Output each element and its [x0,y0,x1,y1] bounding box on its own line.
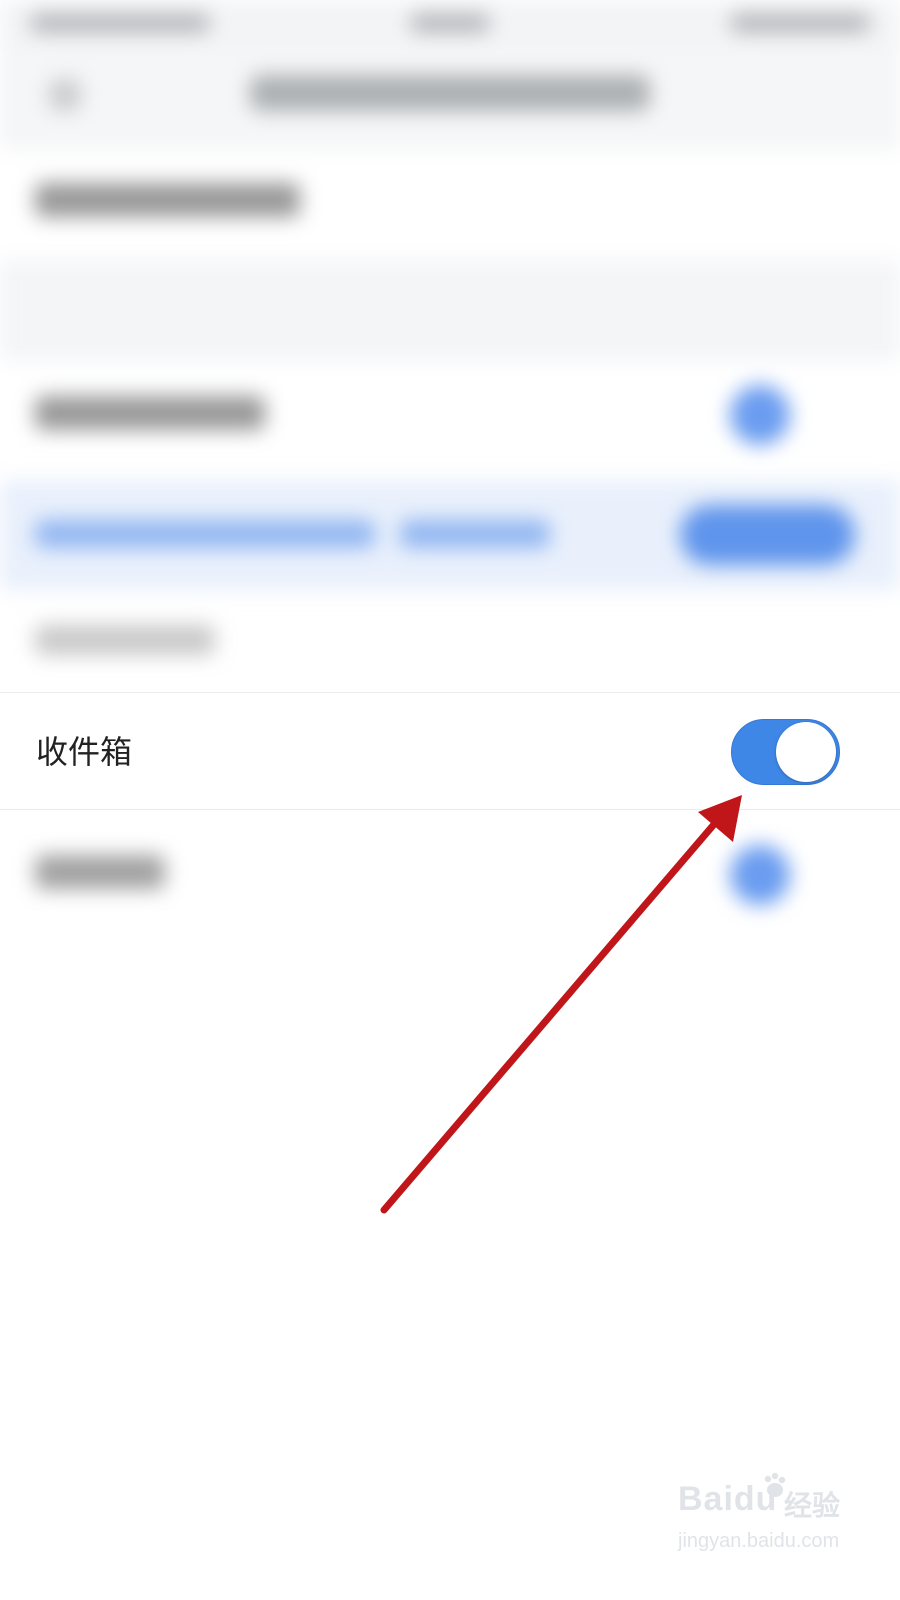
section-gap [0,260,900,360]
banner-button-blurred[interactable] [680,505,855,565]
back-icon[interactable] [50,80,80,110]
baidu-jingyan-watermark: Baidu 经验 jingyan.baidu.com [672,1470,872,1560]
banner-text-blurred-2 [400,520,550,548]
toggle-knob [776,722,836,782]
status-bar-left [30,14,210,32]
section-header-blurred [35,625,215,655]
inbox-row[interactable]: 收件箱 [0,692,900,810]
row-label-blurred-2 [35,396,265,430]
status-bar-right [730,14,870,32]
watermark-url: jingyan.baidu.com [678,1530,840,1552]
row-label-blurred-1 [35,183,300,217]
watermark-logo: Baidu [678,1480,778,1518]
watermark-cn-text: 经验 [784,1489,841,1522]
inbox-toggle[interactable] [731,719,840,785]
inbox-label: 收件箱 [36,733,133,771]
status-bar-time [410,14,490,32]
row-label-blurred-5 [35,855,165,889]
blurred-background [0,0,900,1030]
settings-screen: 收件箱 Baidu 经验 jingyan.baidu.com [0,0,900,1600]
nav-title-blurred [250,75,650,111]
toggle-blurred-2[interactable] [730,385,790,445]
toggle-blurred-5[interactable] [730,845,790,905]
banner-text-blurred-1 [35,520,375,548]
